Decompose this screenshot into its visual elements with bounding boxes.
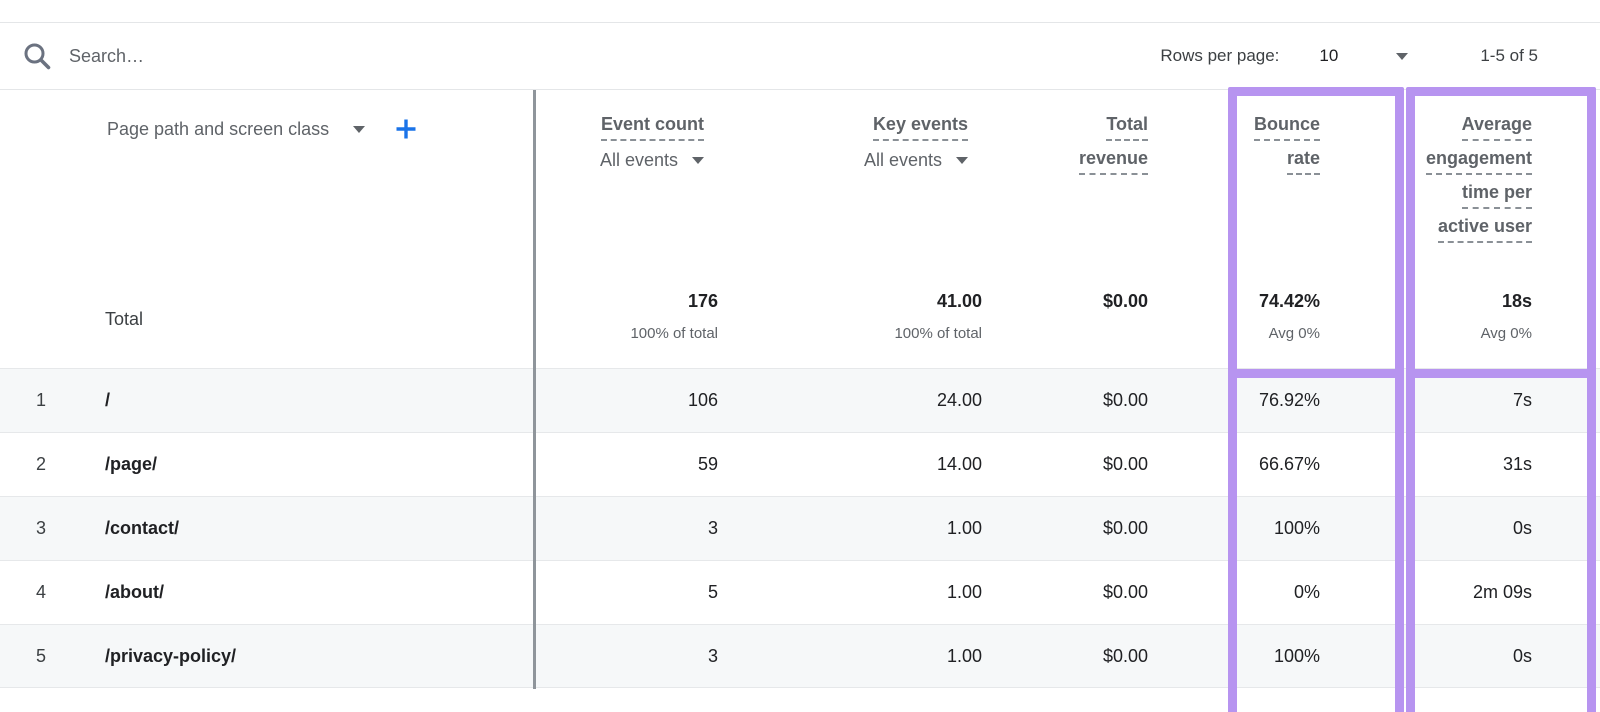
total-engagement-sub: Avg 0%	[1481, 325, 1532, 342]
table-row[interactable]: 5 /privacy-policy/ 3 1.00 $0.00 100% 0s	[0, 624, 1600, 688]
total-engagement-value: 18s	[1502, 290, 1532, 312]
table-row[interactable]: 4 /about/ 5 1.00 $0.00 0% 2m 09s	[0, 560, 1600, 624]
search-input[interactable]	[69, 46, 489, 67]
column-divider	[533, 90, 536, 689]
total-row: Total 176 100% of total 41.00 100% of to…	[0, 270, 1600, 368]
column-header-engagement-time[interactable]: Average engagement time per active user	[1328, 90, 1545, 270]
column-header-bounce-rate[interactable]: Bounce rate	[1155, 90, 1328, 270]
cell-engagement: 2m 09s	[1328, 561, 1545, 624]
total-engagement-time: 18s Avg 0%	[1328, 270, 1545, 368]
row-number: 3	[0, 497, 60, 560]
row-number: 4	[0, 561, 60, 624]
cell-key-events: 1.00	[725, 625, 990, 687]
add-dimension-button[interactable]	[393, 116, 419, 142]
table-row[interactable]: 3 /contact/ 3 1.00 $0.00 100% 0s	[0, 496, 1600, 560]
rows-per-page-label: Rows per page:	[1160, 46, 1279, 66]
search-icon	[22, 41, 52, 71]
cell-key-events: 1.00	[725, 497, 990, 560]
key-events-selector-caret-icon	[956, 157, 968, 164]
total-bounce-rate-sub: Avg 0%	[1269, 325, 1320, 342]
total-revenue-value: $0.00	[1103, 290, 1148, 312]
dimension-header-label: Page path and screen class	[107, 119, 329, 140]
table-header: Page path and screen class Event count A…	[0, 90, 1600, 270]
cell-total-revenue: $0.00	[990, 369, 1155, 432]
search-bar[interactable]	[0, 41, 1160, 71]
dimension-header[interactable]: Page path and screen class	[0, 90, 535, 142]
total-bounce-rate-value: 74.42%	[1259, 290, 1320, 312]
total-event-count: 176 100% of total	[535, 270, 725, 368]
column-header-event-count[interactable]: Event count All events	[535, 90, 725, 270]
page-path: /page/	[60, 433, 535, 496]
cell-event-count: 5	[535, 561, 725, 624]
engagement-label-line2: engagement	[1426, 148, 1532, 175]
engagement-label-line1: Average	[1462, 114, 1532, 141]
cell-key-events: 1.00	[725, 561, 990, 624]
cell-bounce-rate: 0%	[1155, 561, 1328, 624]
cell-engagement: 0s	[1328, 497, 1545, 560]
table-toolbar: Rows per page: 10 1-5 of 5	[0, 22, 1600, 90]
page-path: /about/	[60, 561, 535, 624]
total-revenue-label-line2: revenue	[1079, 148, 1148, 175]
cell-engagement: 0s	[1328, 625, 1545, 687]
cell-event-count: 3	[535, 625, 725, 687]
key-events-selector-label: All events	[864, 150, 942, 171]
cell-engagement: 7s	[1328, 369, 1545, 432]
rows-per-page-caret-icon[interactable]	[1396, 53, 1408, 60]
event-count-selector[interactable]: All events	[600, 150, 704, 171]
cell-engagement: 31s	[1328, 433, 1545, 496]
event-count-selector-caret-icon	[692, 157, 704, 164]
key-events-label: Key events	[873, 114, 968, 141]
total-revenue: $0.00	[990, 270, 1155, 368]
dimension-caret-icon[interactable]	[353, 126, 365, 133]
total-event-count-sub: 100% of total	[630, 325, 718, 342]
plus-icon	[393, 116, 419, 142]
cell-bounce-rate: 100%	[1155, 625, 1328, 687]
total-bounce-rate: 74.42% Avg 0%	[1155, 270, 1328, 368]
cell-total-revenue: $0.00	[990, 625, 1155, 687]
cell-total-revenue: $0.00	[990, 433, 1155, 496]
column-header-key-events[interactable]: Key events All events	[725, 90, 990, 270]
event-count-selector-label: All events	[600, 150, 678, 171]
ga4-table-card: Rows per page: 10 1-5 of 5 Page path and…	[0, 0, 1600, 712]
table-row[interactable]: 1 / 106 24.00 $0.00 76.92% 7s	[0, 368, 1600, 432]
total-revenue-label-line1: Total	[1106, 114, 1148, 141]
cell-bounce-rate: 76.92%	[1155, 369, 1328, 432]
total-key-events-sub: 100% of total	[894, 325, 982, 342]
table-body: 1 / 106 24.00 $0.00 76.92% 7s 2 /page/ 5…	[0, 368, 1600, 688]
total-key-events: 41.00 100% of total	[725, 270, 990, 368]
engagement-label-line4: active user	[1438, 216, 1532, 243]
event-count-label: Event count	[601, 114, 704, 141]
key-events-selector[interactable]: All events	[864, 150, 968, 171]
pagination-controls: Rows per page: 10 1-5 of 5	[1160, 46, 1600, 66]
bounce-rate-label-line1: Bounce	[1254, 114, 1320, 141]
cell-bounce-rate: 66.67%	[1155, 433, 1328, 496]
page-path: /privacy-policy/	[60, 625, 535, 687]
row-number: 5	[0, 625, 60, 687]
bounce-rate-label-line2: rate	[1287, 148, 1320, 175]
engagement-label-line3: time per	[1462, 182, 1532, 209]
cell-total-revenue: $0.00	[990, 561, 1155, 624]
table-row[interactable]: 2 /page/ 59 14.00 $0.00 66.67% 31s	[0, 432, 1600, 496]
cell-key-events: 24.00	[725, 369, 990, 432]
total-event-count-value: 176	[688, 290, 718, 312]
pagination-range: 1-5 of 5	[1480, 46, 1538, 66]
column-header-total-revenue[interactable]: Total revenue	[990, 90, 1155, 270]
cell-event-count: 106	[535, 369, 725, 432]
row-number: 1	[0, 369, 60, 432]
total-label: Total	[0, 270, 535, 368]
cell-total-revenue: $0.00	[990, 497, 1155, 560]
page-path: /	[60, 369, 535, 432]
cell-key-events: 14.00	[725, 433, 990, 496]
rows-per-page-value[interactable]: 10	[1319, 46, 1338, 66]
page-path: /contact/	[60, 497, 535, 560]
cell-bounce-rate: 100%	[1155, 497, 1328, 560]
cell-event-count: 3	[535, 497, 725, 560]
cell-event-count: 59	[535, 433, 725, 496]
total-key-events-value: 41.00	[937, 290, 982, 312]
row-number: 2	[0, 433, 60, 496]
data-table: Page path and screen class Event count A…	[0, 90, 1600, 688]
